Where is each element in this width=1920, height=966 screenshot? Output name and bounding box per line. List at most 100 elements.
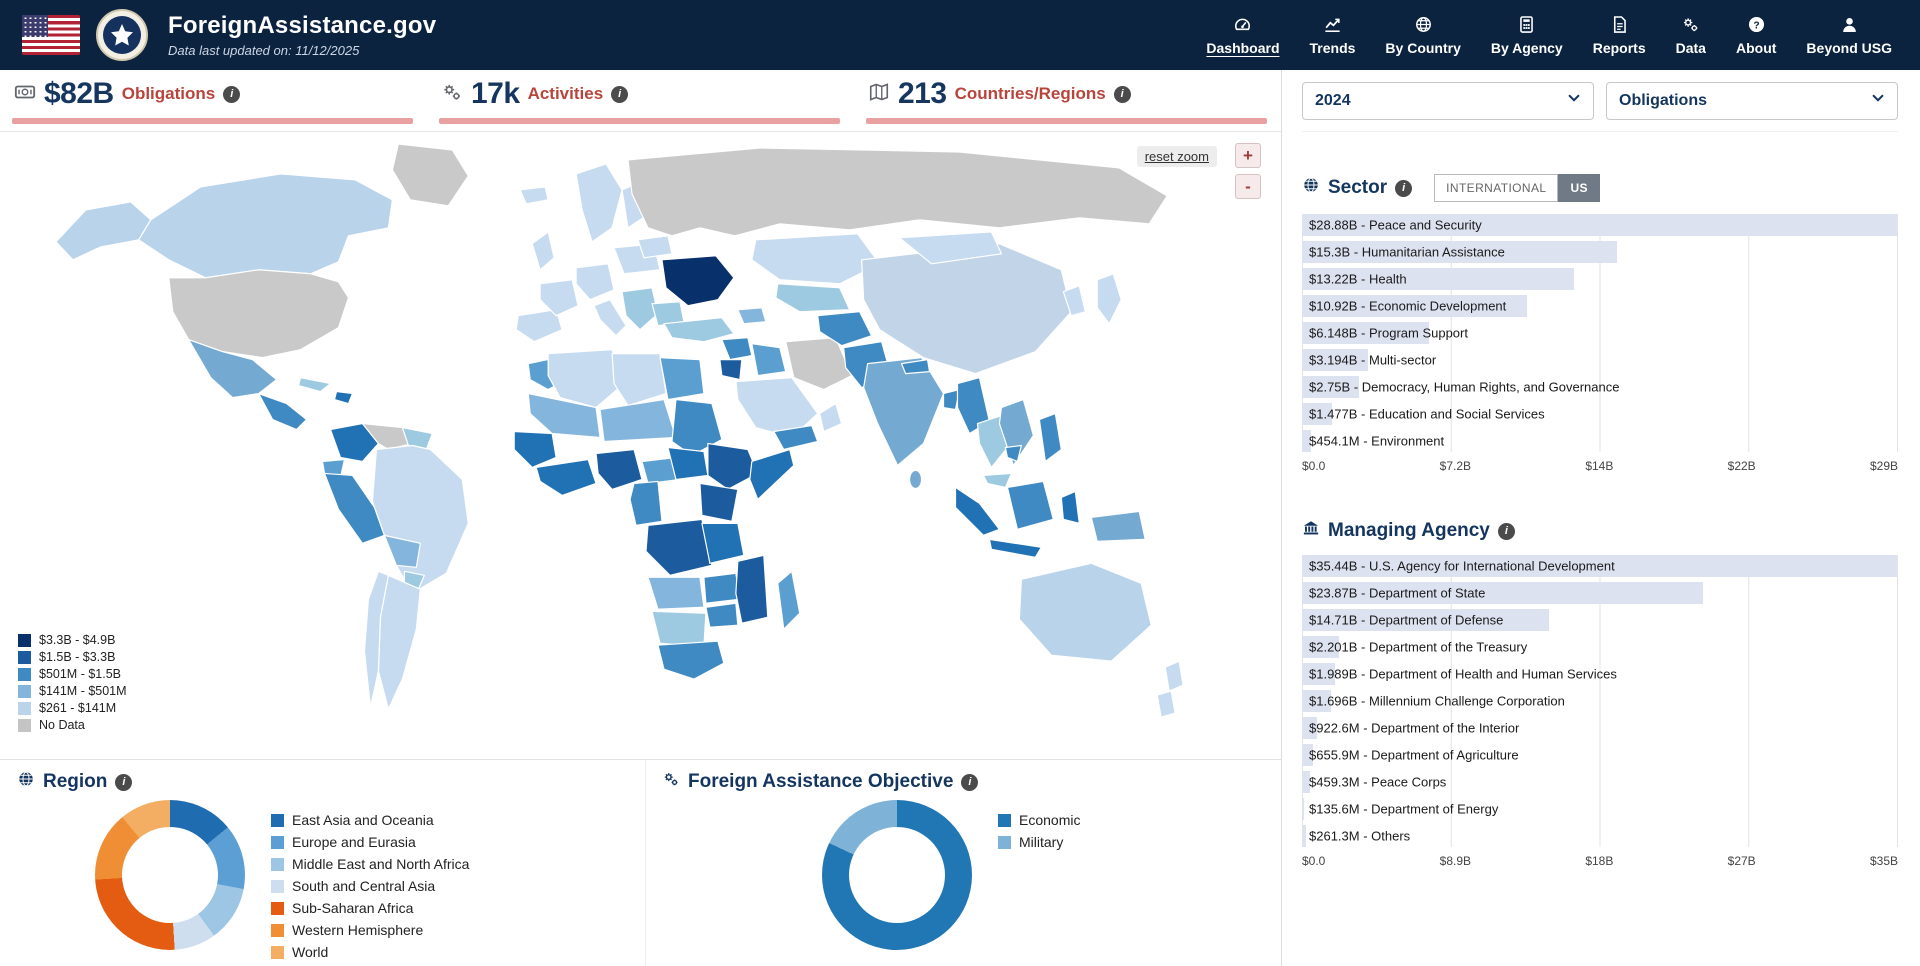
legend-swatch — [18, 634, 31, 647]
legend-swatch — [271, 880, 284, 893]
agency-bar-row[interactable]: $261.3M - Others — [1302, 825, 1897, 847]
nav-label: Reports — [1593, 40, 1646, 56]
region-legend-item[interactable]: Sub-Saharan Africa — [271, 900, 469, 916]
nav-reports[interactable]: Reports — [1593, 15, 1646, 56]
agency-bar-row[interactable]: $459.3M - Peace Corps — [1302, 771, 1897, 793]
chevron-down-icon — [1871, 91, 1885, 110]
reset-zoom-button[interactable]: reset zoom — [1137, 146, 1217, 167]
region-info-icon[interactable] — [115, 774, 132, 791]
region-legend-item[interactable]: Middle East and North Africa — [271, 856, 469, 872]
nav-beyond-usg[interactable]: Beyond USG — [1806, 15, 1892, 56]
activities-label: Activities — [528, 84, 604, 104]
us-flag-icon — [22, 15, 80, 55]
country-ukraine — [662, 256, 734, 306]
legend-swatch — [271, 946, 284, 959]
legend-swatch — [18, 685, 31, 698]
agency-bar-label: $35.44B - U.S. Agency for International … — [1309, 559, 1615, 574]
nav-about[interactable]: ?About — [1736, 15, 1776, 56]
obligations-info-icon[interactable] — [223, 86, 240, 103]
nav-label: By Country — [1385, 40, 1460, 56]
agency-info-icon[interactable] — [1498, 523, 1515, 540]
sector-bar-chart: $28.88B - Peace and Security $15.3B - Hum… — [1302, 214, 1898, 452]
region-legend: East Asia and Oceania Europe and Eurasia M… — [271, 812, 469, 966]
legend-swatch — [271, 836, 284, 849]
agency-bar-label: $135.6M - Department of Energy — [1309, 802, 1498, 817]
region-title: Region — [43, 771, 107, 793]
filters-row: 2024 Obligations — [1302, 70, 1898, 132]
countries-value: 213 — [898, 77, 947, 111]
nav-by-country[interactable]: By Country — [1385, 15, 1460, 56]
zoom-in-button[interactable]: + — [1235, 143, 1261, 168]
objective-section: Foreign Assistance Objective EconomicMil… — [645, 760, 1281, 966]
year-select[interactable]: 2024 — [1302, 82, 1594, 120]
stat-underline — [439, 118, 840, 124]
legend-label: South and Central Asia — [292, 878, 435, 894]
sector-axis: $0.0$7.2B$14B$22B$29B — [1302, 459, 1898, 473]
sector-bar-row[interactable]: $15.3B - Humanitarian Assistance — [1302, 241, 1897, 263]
year-select-value: 2024 — [1315, 92, 1351, 110]
agency-bar-row[interactable]: $922.6M - Department of the Interior — [1302, 717, 1897, 739]
sector-axis-tick: $7.2B — [1440, 459, 1471, 473]
world-map[interactable] — [0, 132, 1281, 759]
region-legend-item[interactable]: Western Hemisphere — [271, 922, 469, 938]
agency-bar-label: $2.201B - Department of the Treasury — [1309, 640, 1527, 655]
nav-dashboard[interactable]: Dashboard — [1206, 15, 1279, 56]
nav-by-agency[interactable]: By Agency — [1491, 15, 1563, 56]
region-legend-item[interactable]: South and Central Asia — [271, 878, 469, 894]
agency-bar-row[interactable]: $1.989B - Department of Health and Human… — [1302, 663, 1897, 685]
region-donut-chart[interactable] — [95, 800, 245, 950]
agency-section: Managing Agency $35.44B - U.S. Agency fo… — [1302, 519, 1898, 868]
zoom-out-button[interactable]: - — [1235, 174, 1261, 199]
sector-bar-row[interactable]: $6.148B - Program Support — [1302, 322, 1897, 344]
obligations-label: Obligations — [122, 84, 216, 104]
agency-bar-label: $23.87B - Department of State — [1309, 586, 1485, 601]
user-icon — [1840, 15, 1859, 35]
agency-bar-row[interactable]: $23.87B - Department of State — [1302, 582, 1897, 604]
sector-toggle-international[interactable]: INTERNATIONAL — [1434, 174, 1558, 202]
sector-bar-row[interactable]: $2.75B - Democracy, Human Rights, and Go… — [1302, 376, 1897, 398]
region-legend-item[interactable]: East Asia and Oceania — [271, 812, 469, 828]
sector-bar-row[interactable]: $28.88B - Peace and Security — [1302, 214, 1897, 236]
map-legend-item: $3.3B - $4.9B — [18, 633, 127, 647]
objective-donut-chart[interactable] — [822, 800, 972, 950]
objective-legend-item[interactable]: Military — [998, 834, 1080, 850]
agency-bar-row[interactable]: $14.71B - Department of Defense — [1302, 609, 1897, 631]
nav-label: Dashboard — [1206, 40, 1279, 56]
region-legend-item[interactable]: World — [271, 944, 469, 960]
sector-info-icon[interactable] — [1395, 180, 1412, 197]
countries-info-icon[interactable] — [1114, 86, 1131, 103]
legend-label: Western Hemisphere — [292, 922, 423, 938]
nav-data[interactable]: Data — [1676, 15, 1706, 56]
agency-bar-row[interactable]: $655.9M - Department of Agriculture — [1302, 744, 1897, 766]
agency-bar-chart: $35.44B - U.S. Agency for International … — [1302, 555, 1898, 847]
site-title[interactable]: ForeignAssistance.gov — [168, 12, 436, 40]
map-legend-item: $501M - $1.5B — [18, 667, 127, 681]
agency-bar-row[interactable]: $2.201B - Department of the Treasury — [1302, 636, 1897, 658]
objective-info-icon[interactable] — [961, 774, 978, 791]
sector-bar-row[interactable]: $454.1M - Environment — [1302, 430, 1897, 452]
activities-info-icon[interactable] — [611, 86, 628, 103]
globe-icon — [1414, 15, 1433, 35]
sector-bar-row[interactable]: $3.194B - Multi-sector — [1302, 349, 1897, 371]
agency-axis-tick: $18B — [1585, 854, 1613, 868]
countries-map-icon — [868, 81, 890, 108]
objective-gears-icon — [662, 770, 680, 794]
sector-scope-toggle: INTERNATIONALUS — [1434, 174, 1600, 202]
nav-trends[interactable]: Trends — [1310, 15, 1356, 56]
sector-toggle-us[interactable]: US — [1558, 174, 1599, 202]
sector-axis-tick: $22B — [1728, 459, 1756, 473]
map-legend-item: $1.5B - $3.3B — [18, 650, 127, 664]
agency-bar-row[interactable]: $35.44B - U.S. Agency for International … — [1302, 555, 1897, 577]
sector-bar-label: $15.3B - Humanitarian Assistance — [1309, 245, 1505, 260]
metric-select[interactable]: Obligations — [1606, 82, 1898, 120]
agency-bar-row[interactable]: $135.6M - Department of Energy — [1302, 798, 1897, 820]
sector-bar-label: $10.92B - Economic Development — [1309, 299, 1506, 314]
objective-legend-item[interactable]: Economic — [998, 812, 1080, 828]
legend-label: $1.5B - $3.3B — [39, 650, 115, 664]
sector-bar-row[interactable]: $13.22B - Health — [1302, 268, 1897, 290]
region-legend-item[interactable]: Europe and Eurasia — [271, 834, 469, 850]
last-updated-text: Data last updated on: 11/12/2025 — [168, 43, 436, 58]
sector-bar-row[interactable]: $1.477B - Education and Social Services — [1302, 403, 1897, 425]
sector-bar-row[interactable]: $10.92B - Economic Development — [1302, 295, 1897, 317]
agency-bar-row[interactable]: $1.696B - Millennium Challenge Corporati… — [1302, 690, 1897, 712]
